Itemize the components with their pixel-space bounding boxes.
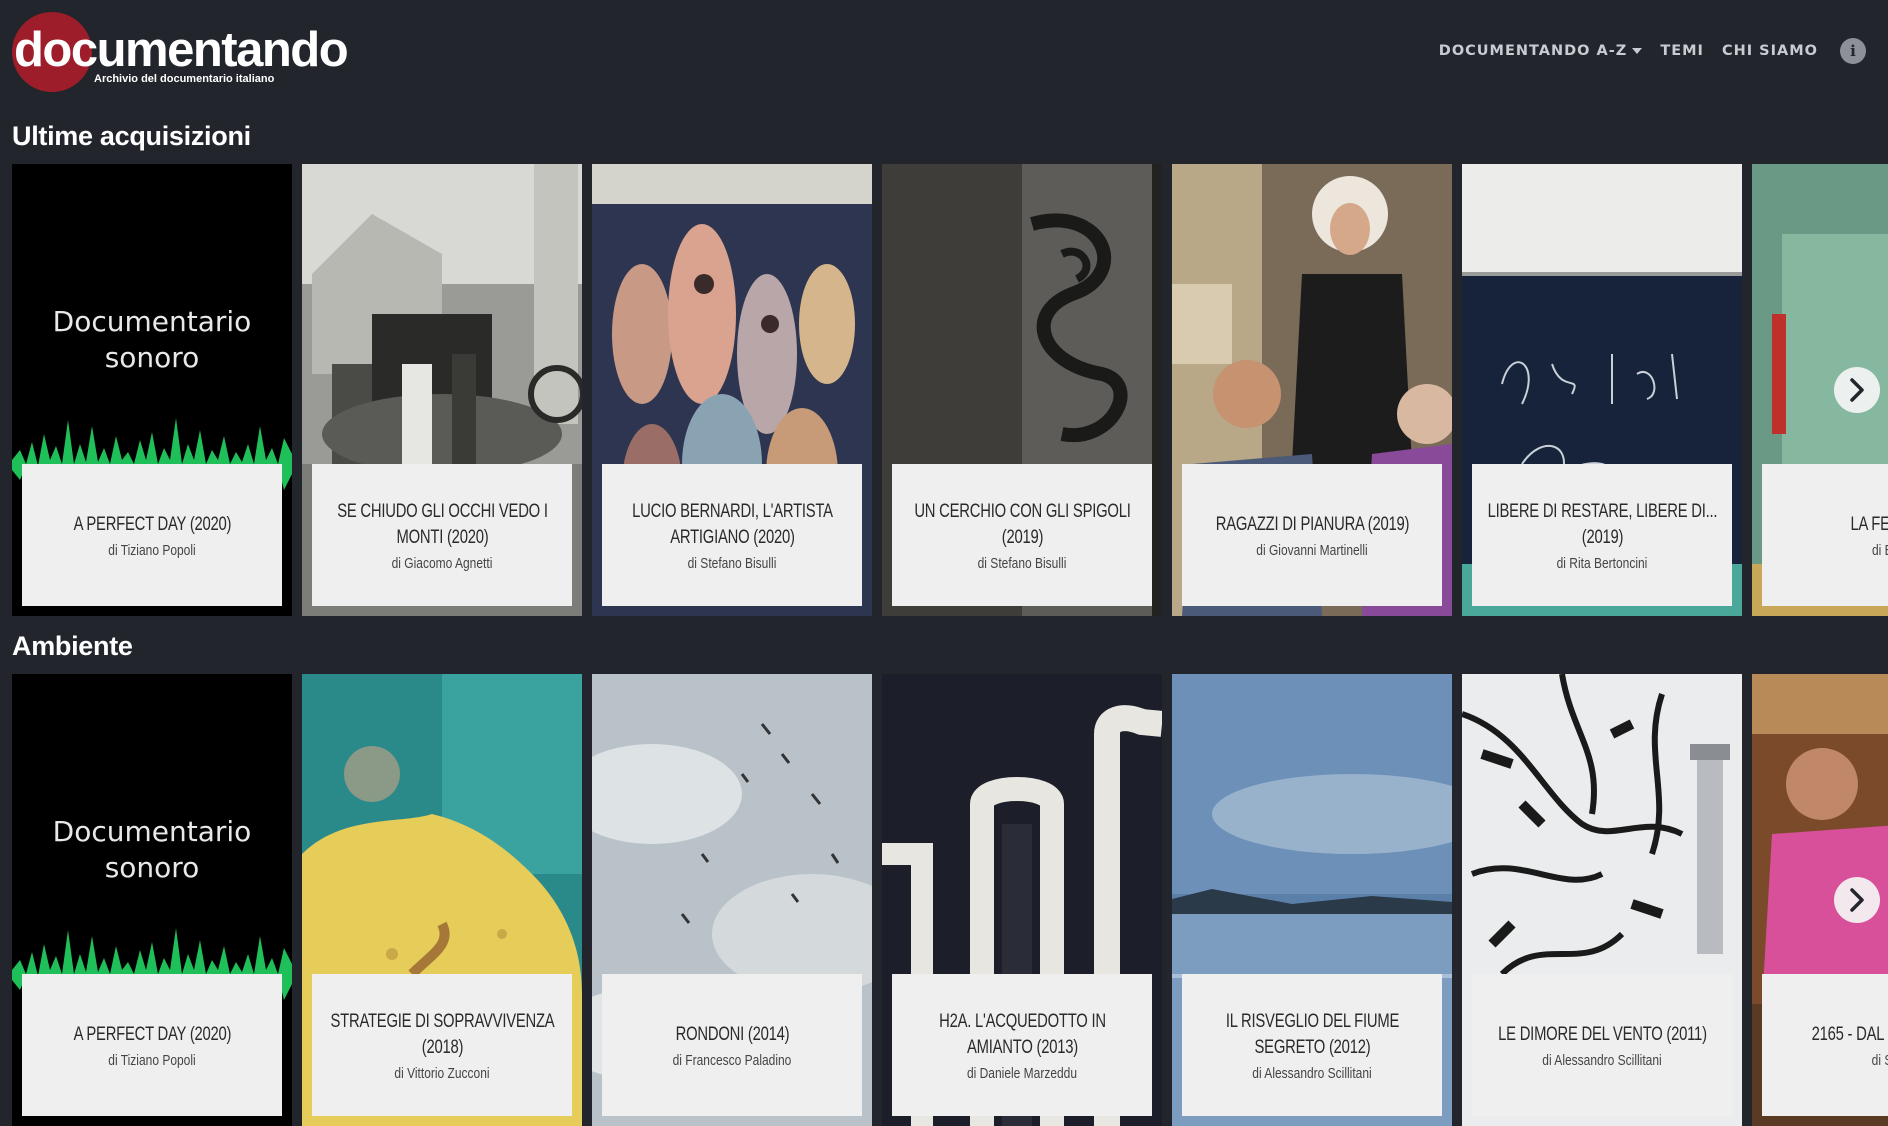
section-title-ambiente: Ambiente <box>12 631 133 661</box>
card-title: RONDONI (2014) <box>675 1023 789 1045</box>
logo-subtitle: Archivio del documentario italiano <box>94 73 275 85</box>
nav-label: DOCUMENTANDO A-Z <box>1438 43 1628 59</box>
card-title: A PERFECT DAY (2020) <box>73 1023 231 1045</box>
chevron-right-icon <box>1850 378 1864 402</box>
main-nav: DOCUMENTANDO A-Z TEMI CHI SIAMO i <box>1439 38 1866 64</box>
card-author: di Enza <box>1871 541 1888 559</box>
card-title: STRATEGIE DI SOPRAVVIVENZA (2018) <box>330 1010 554 1058</box>
carousel-ambiente: Documentario sonoro A PERFECT DAY (2020)… <box>12 674 1888 1126</box>
card-title: LA FELICITÀ <box>1850 513 1888 535</box>
carousel-next-button[interactable] <box>1834 877 1880 923</box>
sound-doc-label: Documentario sonoro <box>52 815 252 884</box>
sound-doc-label: Documentario sonoro <box>52 305 252 374</box>
card-title: RAGAZZI DI PIANURA (2019) <box>1215 513 1409 535</box>
card-author: di Tiziano Popoli <box>108 541 196 559</box>
card-title: 2165 - DAL CIM GOTICA <box>1811 1023 1888 1045</box>
caret-down-icon <box>1632 48 1643 54</box>
card-caption: UN CERCHIO CON GLI SPIGOLI (2019) di Ste… <box>892 464 1152 606</box>
card-author: di Rita Bertoncini <box>1556 554 1648 572</box>
film-card[interactable]: SE CHIUDO GLI OCCHI VEDO I MONTI (2020) … <box>302 164 582 616</box>
nav-label: TEMI <box>1660 43 1704 59</box>
card-caption: LUCIO BERNARDI, L'ARTISTA ARTIGIANO (202… <box>602 464 862 606</box>
card-author: di Giacomo Agnetti <box>391 554 493 572</box>
site-logo[interactable]: documentando Archivio del documentario i… <box>12 12 349 96</box>
film-card[interactable]: LUCIO BERNARDI, L'ARTISTA ARTIGIANO (202… <box>592 164 872 616</box>
card-caption: 2165 - DAL CIM GOTICA di Stefa <box>1762 974 1888 1116</box>
card-author: di Stefano Bisulli <box>687 554 777 572</box>
card-caption: SE CHIUDO GLI OCCHI VEDO I MONTI (2020) … <box>312 464 572 606</box>
card-title: SE CHIUDO GLI OCCHI VEDO I MONTI (2020) <box>336 500 548 548</box>
nav-temi[interactable]: TEMI <box>1660 43 1704 59</box>
film-card[interactable]: Documentario sonoro A PERFECT DAY (2020)… <box>12 674 292 1126</box>
card-title: IL RISVEGLIO DEL FIUME SEGRETO (2012) <box>1225 1010 1399 1058</box>
film-card[interactable]: H2A. L'ACQUEDOTTO IN AMIANTO (2013) di D… <box>882 674 1162 1126</box>
site-header: documentando Archivio del documentario i… <box>0 0 1888 110</box>
card-caption: RONDONI (2014) di Francesco Paladino <box>602 974 862 1116</box>
film-card[interactable]: LIBERE DI RESTARE, LIBERE DI... (2019) d… <box>1462 164 1742 616</box>
card-author: di Daniele Marzeddu <box>966 1064 1078 1082</box>
card-caption: RAGAZZI DI PIANURA (2019) di Giovanni Ma… <box>1182 464 1442 606</box>
carousel-next-button[interactable] <box>1834 367 1880 413</box>
card-caption: STRATEGIE DI SOPRAVVIVENZA (2018) di Vit… <box>312 974 572 1116</box>
card-author: di Stefano Bisulli <box>977 554 1067 572</box>
card-title: LIBERE DI RESTARE, LIBERE DI... (2019) <box>1487 500 1717 548</box>
film-card[interactable]: LE DIMORE DEL VENTO (2011) di Alessandro… <box>1462 674 1742 1126</box>
card-caption: A PERFECT DAY (2020) di Tiziano Popoli <box>22 464 282 606</box>
card-caption: LIBERE DI RESTARE, LIBERE DI... (2019) d… <box>1472 464 1732 606</box>
card-author: di Stefa <box>1871 1051 1888 1069</box>
card-title: LE DIMORE DEL VENTO (2011) <box>1497 1023 1707 1045</box>
carousel-ultime-acquisizioni: Documentario sonoro A PERFECT DAY (2020)… <box>12 164 1888 616</box>
card-title: A PERFECT DAY (2020) <box>73 513 231 535</box>
card-author: di Giovanni Martinelli <box>1256 541 1368 559</box>
card-caption: H2A. L'ACQUEDOTTO IN AMIANTO (2013) di D… <box>892 974 1152 1116</box>
card-title: H2A. L'ACQUEDOTTO IN AMIANTO (2013) <box>938 1010 1106 1058</box>
card-caption: LE DIMORE DEL VENTO (2011) di Alessandro… <box>1472 974 1732 1116</box>
film-card[interactable]: UN CERCHIO CON GLI SPIGOLI (2019) di Ste… <box>882 164 1162 616</box>
card-title: UN CERCHIO CON GLI SPIGOLI (2019) <box>913 500 1131 548</box>
card-author: di Vittorio Zucconi <box>394 1064 490 1082</box>
card-caption: IL RISVEGLIO DEL FIUME SEGRETO (2012) di… <box>1182 974 1442 1116</box>
card-caption: LA FELICITÀ di Enza <box>1762 464 1888 606</box>
film-card[interactable]: RONDONI (2014) di Francesco Paladino <box>592 674 872 1126</box>
card-author: di Alessandro Scillitani <box>1542 1051 1662 1069</box>
card-author: di Alessandro Scillitani <box>1252 1064 1372 1082</box>
card-title: LUCIO BERNARDI, L'ARTISTA ARTIGIANO (202… <box>631 500 833 548</box>
nav-documentando-a-z[interactable]: DOCUMENTANDO A-Z <box>1439 43 1643 59</box>
film-card[interactable]: STRATEGIE DI SOPRAVVIVENZA (2018) di Vit… <box>302 674 582 1126</box>
section-title-ultime-acquisizioni: Ultime acquisizioni <box>12 121 251 151</box>
card-caption: A PERFECT DAY (2020) di Tiziano Popoli <box>22 974 282 1116</box>
film-card[interactable]: IL RISVEGLIO DEL FIUME SEGRETO (2012) di… <box>1172 674 1452 1126</box>
card-author: di Tiziano Popoli <box>108 1051 196 1069</box>
chevron-right-icon <box>1850 888 1864 912</box>
film-card[interactable]: Documentario sonoro A PERFECT DAY (2020)… <box>12 164 292 616</box>
nav-chi-siamo[interactable]: CHI SIAMO <box>1722 43 1818 59</box>
logo-wordmark: documentando <box>14 23 349 77</box>
nav-label: CHI SIAMO <box>1721 43 1818 59</box>
film-card[interactable]: RAGAZZI DI PIANURA (2019) di Giovanni Ma… <box>1172 164 1452 616</box>
info-icon[interactable]: i <box>1840 38 1866 64</box>
card-author: di Francesco Paladino <box>672 1051 792 1069</box>
